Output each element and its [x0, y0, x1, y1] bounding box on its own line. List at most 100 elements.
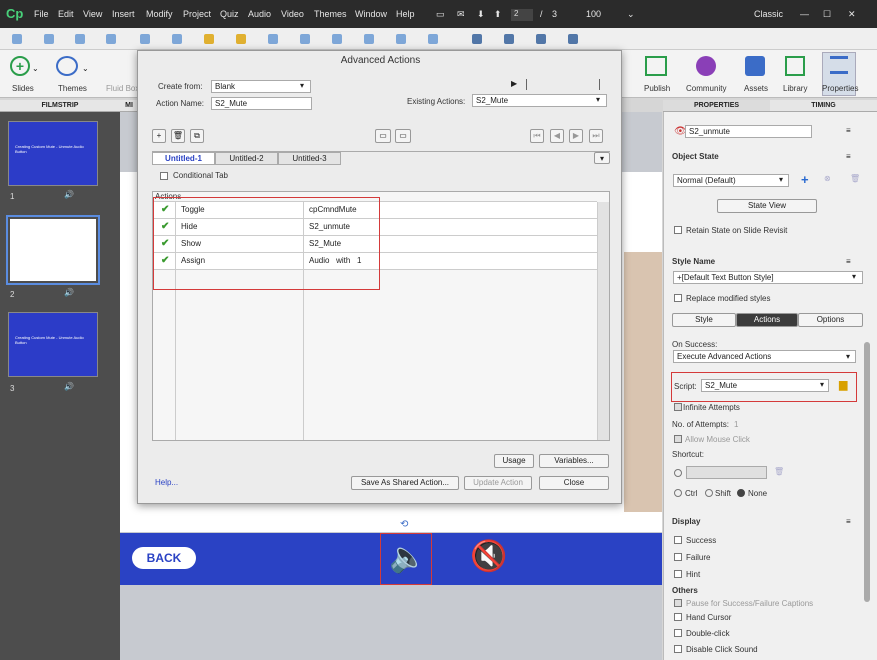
chevron-down-icon[interactable]: ▾: [596, 95, 600, 104]
comment-icon[interactable]: ▭: [436, 9, 445, 20]
themes-icon[interactable]: [56, 56, 78, 76]
tab-actions[interactable]: Actions: [736, 313, 798, 327]
library-icon[interactable]: [785, 56, 805, 76]
menu-help[interactable]: Help: [396, 9, 415, 19]
resize-height-icon[interactable]: [300, 34, 310, 44]
attempts-value[interactable]: 1: [734, 420, 738, 429]
fluid-box-label[interactable]: Fluid Box: [106, 84, 139, 93]
hand-cursor-checkbox[interactable]: [674, 613, 682, 621]
slides-icon[interactable]: +: [10, 56, 30, 76]
replace-styles-checkbox[interactable]: [674, 294, 682, 302]
community-icon[interactable]: [696, 56, 716, 76]
minimize-icon[interactable]: —: [800, 9, 809, 19]
shift-radio[interactable]: [705, 489, 713, 497]
align-top-icon[interactable]: [106, 34, 116, 44]
properties-scrollbar[interactable]: [864, 342, 870, 602]
menu-edit[interactable]: Edit: [58, 9, 74, 19]
close-button[interactable]: Close: [539, 476, 609, 490]
chevron-down-icon[interactable]: ▾: [852, 272, 856, 281]
folder-icon[interactable]: ▆: [839, 378, 847, 391]
panel-menu-icon[interactable]: ≡: [846, 126, 851, 135]
add-state-icon[interactable]: +: [801, 172, 809, 187]
pause-checkbox[interactable]: [674, 599, 682, 607]
help-link[interactable]: Help...: [155, 478, 178, 487]
disable-click-sound-checkbox[interactable]: [674, 645, 682, 653]
menu-view[interactable]: View: [83, 9, 102, 19]
duplicate-icon[interactable]: ⧉: [190, 129, 204, 143]
failure-checkbox[interactable]: [674, 553, 682, 561]
timing-tab[interactable]: TIMING: [770, 100, 877, 112]
bring-front-icon[interactable]: [472, 34, 482, 44]
maximize-icon[interactable]: ☐: [823, 9, 831, 20]
retain-state-checkbox[interactable]: [674, 226, 682, 234]
arrow-down-icon[interactable]: ⬇: [477, 9, 485, 20]
slide-number-input[interactable]: 2: [511, 9, 533, 21]
variables-button[interactable]: Variables...: [539, 454, 609, 468]
align-center-icon[interactable]: [44, 34, 54, 44]
infinite-attempts-checkbox[interactable]: [674, 403, 682, 411]
menu-insert[interactable]: Insert: [112, 9, 135, 19]
chevron-down-icon[interactable]: ▾: [846, 352, 850, 361]
allow-mouse-checkbox[interactable]: [674, 435, 682, 443]
on-success-select[interactable]: Execute Advanced Actions: [673, 350, 856, 363]
chevron-down-icon[interactable]: ⌄: [32, 64, 39, 73]
properties-button-label[interactable]: Properties: [822, 84, 858, 93]
menu-window[interactable]: Window: [355, 9, 387, 19]
state-view-button[interactable]: State View: [717, 199, 817, 213]
speaker-muted-icon[interactable]: 🔇: [470, 539, 507, 574]
dialog-tool-icons[interactable]: [526, 79, 600, 90]
library-button-label[interactable]: Library: [783, 84, 807, 93]
mi-header[interactable]: MI: [120, 100, 138, 112]
script-select[interactable]: S2_Mute: [701, 379, 829, 392]
tab-style[interactable]: Style: [672, 313, 736, 327]
collapse-icon[interactable]: ▭: [375, 129, 391, 143]
menu-video[interactable]: Video: [281, 9, 304, 19]
tab-untitled-3[interactable]: Untitled-3: [278, 152, 341, 165]
assets-icon[interactable]: [745, 56, 765, 76]
tab-options[interactable]: Options: [798, 313, 863, 327]
align-right-icon[interactable]: [75, 34, 85, 44]
delete-icon[interactable]: 🗑: [171, 129, 185, 143]
send-back-icon[interactable]: [568, 34, 578, 44]
themes-button-label[interactable]: Themes: [58, 84, 87, 93]
resize-width-icon[interactable]: [268, 34, 278, 44]
slide-thumbnail-1[interactable]: Creating Custom Mute - Unmute Audio Butt…: [8, 121, 98, 186]
slide-thumbnail-2[interactable]: [6, 215, 100, 285]
menu-project[interactable]: Project: [183, 9, 211, 19]
create-from-select[interactable]: Blank: [211, 80, 311, 93]
panel-menu-icon[interactable]: ≡: [846, 257, 851, 266]
zoom-dropdown-icon[interactable]: ⌄: [627, 9, 635, 20]
assets-button-label[interactable]: Assets: [744, 84, 768, 93]
resize-both-icon[interactable]: [332, 34, 342, 44]
align-bottom-icon[interactable]: [172, 34, 182, 44]
add-action-button[interactable]: +: [152, 129, 166, 143]
zoom-level[interactable]: 100: [586, 9, 601, 19]
next-icon[interactable]: ▶: [569, 129, 583, 143]
filmstrip-header[interactable]: FILMSTRIP: [0, 100, 120, 112]
shortcut-input[interactable]: [686, 466, 767, 479]
panel-menu-icon[interactable]: ≡: [846, 517, 851, 526]
tab-untitled-2[interactable]: Untitled-2: [215, 152, 278, 165]
last-icon[interactable]: ⏭: [589, 129, 603, 143]
style-select[interactable]: +[Default Text Button Style]: [673, 271, 863, 284]
shortcut-radio[interactable]: [674, 469, 682, 477]
delete-icon[interactable]: 🗑: [774, 467, 784, 476]
rotate-handle-icon[interactable]: ⟲: [400, 519, 408, 530]
workspace-select[interactable]: Classic: [754, 9, 783, 19]
first-icon[interactable]: ⏮: [530, 129, 544, 143]
panel-menu-icon[interactable]: ≡: [846, 152, 851, 161]
action-name-input[interactable]: S2_Mute: [211, 97, 312, 110]
align-middle-icon[interactable]: [140, 34, 150, 44]
publish-icon[interactable]: [645, 56, 667, 76]
success-checkbox[interactable]: [674, 536, 682, 544]
back-button[interactable]: BACK: [132, 547, 196, 569]
delete-icon[interactable]: 🗑: [850, 174, 860, 183]
update-action-button[interactable]: Update Action: [464, 476, 532, 490]
community-button-label[interactable]: Community: [686, 84, 726, 93]
remove-state-icon[interactable]: ⊗: [824, 174, 831, 183]
close-icon[interactable]: ✕: [848, 9, 856, 20]
tab-untitled-1[interactable]: Untitled-1: [152, 152, 215, 165]
chevron-down-icon[interactable]: ▾: [594, 152, 610, 164]
menu-file[interactable]: File: [34, 9, 49, 19]
distribute-v-icon[interactable]: [236, 34, 246, 44]
